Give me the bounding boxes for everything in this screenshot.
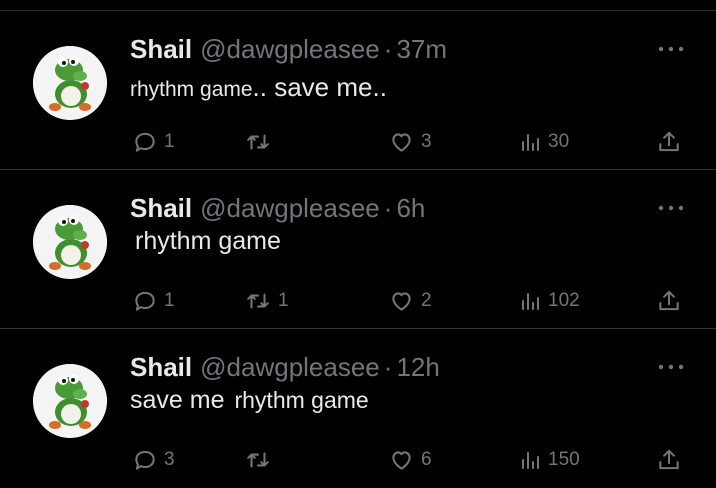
view-count: 150	[548, 449, 580, 470]
views-button[interactable]: 102	[518, 281, 580, 321]
reply-count: 3	[164, 449, 175, 470]
more-icon[interactable]	[656, 203, 686, 213]
reply-button[interactable]: 3	[132, 440, 175, 480]
tweet-text-part: save me	[130, 386, 225, 414]
separator-dot: ·	[383, 34, 393, 64]
tweet-divider	[0, 328, 716, 329]
share-icon	[659, 449, 679, 470]
tweet-header: Shail @dawgpleasee · 12h	[130, 350, 440, 384]
top-divider	[0, 10, 716, 11]
repost-icon	[247, 134, 269, 150]
tweet-divider	[0, 169, 716, 170]
separator-dot: ·	[383, 352, 393, 382]
like-count: 3	[421, 131, 432, 152]
avatar[interactable]	[33, 205, 107, 279]
like-button[interactable]: 2	[388, 281, 432, 321]
views-button[interactable]: 30	[518, 122, 569, 162]
tweet-text: save me rhythm game	[130, 386, 369, 415]
user-handle[interactable]: @dawgpleasee	[200, 350, 380, 384]
like-icon	[392, 451, 411, 470]
views-icon	[522, 134, 539, 151]
reply-icon	[135, 291, 155, 311]
display-name[interactable]: Shail	[130, 350, 192, 384]
user-handle[interactable]: @dawgpleasee	[200, 191, 380, 225]
avatar[interactable]	[33, 46, 107, 120]
views-icon	[522, 452, 539, 469]
share-button[interactable]	[655, 122, 683, 162]
action-bar: 3 6 150	[0, 440, 716, 480]
avatar[interactable]	[33, 364, 107, 438]
view-count: 30	[548, 131, 570, 152]
repost-button[interactable]	[244, 440, 278, 480]
repost-icon	[247, 452, 269, 468]
action-bar: 1 3 30	[0, 122, 716, 162]
like-button[interactable]: 3	[388, 122, 432, 162]
reply-button[interactable]: 1	[132, 122, 175, 162]
timestamp[interactable]: 37m	[396, 32, 447, 66]
reply-count: 1	[164, 131, 175, 152]
display-name[interactable]: Shail	[130, 191, 192, 225]
timestamp[interactable]: 6h	[396, 191, 425, 225]
share-button[interactable]	[655, 281, 683, 321]
reply-icon	[135, 450, 155, 470]
timestamp[interactable]: 12h	[396, 350, 439, 384]
tweet-header: Shail @dawgpleasee · 6h	[130, 191, 425, 225]
like-count: 2	[421, 290, 432, 311]
yoshi-avatar-icon	[33, 364, 107, 438]
view-count: 102	[548, 290, 580, 311]
reply-button[interactable]: 1	[132, 281, 175, 321]
like-icon	[392, 133, 411, 152]
yoshi-avatar-icon	[33, 46, 107, 120]
more-icon[interactable]	[656, 44, 686, 54]
repost-button[interactable]: 1	[244, 281, 289, 321]
repost-count: 1	[278, 290, 289, 311]
like-count: 6	[421, 449, 432, 470]
yoshi-avatar-icon	[33, 205, 107, 279]
tweet[interactable]: Shail @dawgpleasee · 6h rhythm game 1 1 …	[0, 171, 716, 329]
like-button[interactable]: 6	[388, 440, 432, 480]
reply-icon	[135, 132, 155, 152]
share-icon	[659, 290, 679, 311]
tweet-text-part: rhythm game	[130, 78, 253, 101]
reply-count: 1	[164, 290, 175, 311]
tweet-text-part: .. save me..	[252, 72, 387, 102]
repost-icon	[247, 293, 269, 309]
share-icon	[659, 131, 679, 152]
views-button[interactable]: 150	[518, 440, 580, 480]
tweet-text: rhythm game	[135, 227, 281, 256]
tweet-text: rhythm game.. save me..	[130, 72, 387, 103]
user-handle[interactable]: @dawgpleasee	[200, 32, 380, 66]
repost-button[interactable]	[244, 122, 278, 162]
share-button[interactable]	[655, 440, 683, 480]
display-name[interactable]: Shail	[130, 32, 192, 66]
tweet-header: Shail @dawgpleasee · 37m	[130, 32, 447, 66]
separator-dot: ·	[383, 193, 393, 223]
like-icon	[392, 292, 411, 311]
tweet-text-part: rhythm game	[234, 387, 369, 413]
views-icon	[522, 293, 539, 310]
more-icon[interactable]	[656, 362, 686, 372]
tweet[interactable]: Shail @dawgpleasee · 12h save me rhythm g…	[0, 330, 716, 488]
action-bar: 1 1 2 102	[0, 281, 716, 321]
tweet[interactable]: Shail @dawgpleasee · 37m rhythm game.. s…	[0, 12, 716, 170]
tweet-text-part: rhythm game	[135, 227, 281, 255]
